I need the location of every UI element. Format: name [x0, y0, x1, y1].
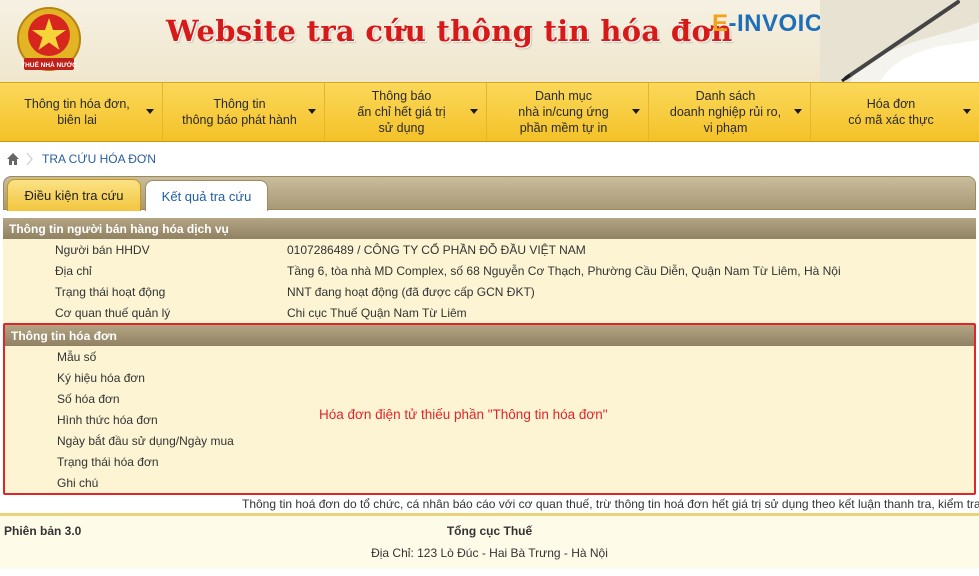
table-row: Trạng thái hoạt động NNT đang hoạt động … — [3, 281, 976, 302]
caret-down-icon — [794, 109, 802, 114]
caret-down-icon — [146, 109, 154, 114]
table-row: Trạng thái hóa đơn — [5, 451, 974, 472]
row-value: Chi cục Thuế Quận Nam Từ Liêm — [287, 305, 467, 320]
caret-down-icon — [963, 109, 971, 114]
page-footer: Phiên bản 3.0 Tổng cục Thuế Địa Chỉ: 123… — [0, 513, 979, 569]
tabs-bar: Điều kiện tra cứu Kết quả tra cứu — [3, 176, 976, 211]
row-label: Ngày bắt đầu sử dụng/Ngày mua — [57, 433, 234, 448]
invoice-section-header: Thông tin hóa đơn — [5, 325, 974, 346]
row-label: Mẫu số — [57, 349, 97, 364]
disclaimer-notice: Thông tin hoá đơn do tổ chức, cá nhân bá… — [242, 497, 979, 511]
organization-name: Tổng cục Thuế — [446, 524, 533, 538]
row-value: Tầng 6, tòa nhà MD Complex, số 68 Nguyễn… — [287, 263, 841, 278]
row-label: Hình thức hóa đơn — [57, 412, 158, 427]
row-label: Địa chỉ — [55, 263, 92, 278]
seller-rows: Người bán HHDV 0107286489 / CÔNG TY CỔ P… — [3, 239, 976, 323]
table-row: Địa chỉ Tầng 6, tòa nhà MD Complex, số 6… — [3, 260, 976, 281]
tax-emblem-logo: THUẾ NHÀ NƯỚC — [17, 7, 81, 71]
row-label: Người bán HHDV — [55, 242, 150, 257]
row-label: Trạng thái hóa đơn — [57, 454, 159, 469]
header-banner: THUẾ NHÀ NƯỚC Website tra cứu thông tin … — [0, 0, 979, 82]
breadcrumb: TRA CỨU HÓA ĐƠN — [0, 142, 979, 176]
site-title: Website tra cứu thông tin hóa đơn — [166, 14, 733, 48]
menu-authenticated-invoice[interactable]: Hóa đơn có mã xác thực — [811, 83, 979, 141]
row-label: Ký hiệu hóa đơn — [57, 370, 145, 385]
caret-down-icon — [470, 109, 478, 114]
invoice-info-highlight: Thông tin hóa đơn Mẫu số Ký hiệu hóa đơn… — [3, 323, 976, 495]
table-row: Cơ quan thuế quản lý Chi cục Thuế Quận N… — [3, 302, 976, 323]
caret-down-icon — [308, 109, 316, 114]
tab-search-conditions[interactable]: Điều kiện tra cứu — [7, 179, 141, 211]
main-menu: Thông tin hóa đơn, biên lai Thông tin th… — [0, 82, 979, 142]
row-value: 0107286489 / CÔNG TY CỔ PHẦN ĐỖ ĐẦU VIỆT… — [287, 242, 586, 257]
menu-risk-enterprises[interactable]: Danh sách doanh nghiệp rủi ro, vi phạm — [649, 83, 811, 141]
caret-down-icon — [632, 109, 640, 114]
menu-printer-list[interactable]: Danh mục nhà in/cung ứng phần mềm tự in — [487, 83, 649, 141]
missing-info-annotation: Hóa đơn điện tử thiếu phần "Thông tin hó… — [319, 407, 608, 422]
table-row: Ký hiệu hóa đơn — [5, 367, 974, 388]
seller-section-header: Thông tin người bán hàng hóa dịch vụ — [3, 218, 976, 239]
row-label: Số hóa đơn — [57, 391, 120, 406]
tab-search-results[interactable]: Kết quả tra cứu — [145, 180, 268, 211]
menu-expired-notice[interactable]: Thông báo ấn chỉ hết giá trị sử dụng — [325, 83, 487, 141]
chevron-right-icon — [26, 152, 33, 166]
home-icon[interactable] — [6, 152, 20, 166]
table-row: Ngày bắt đầu sử dụng/Ngày mua — [5, 430, 974, 451]
table-row: Mẫu số — [5, 346, 974, 367]
tab-content-gap — [3, 210, 976, 218]
breadcrumb-current[interactable]: TRA CỨU HÓA ĐƠN — [42, 152, 156, 166]
table-row: Ghi chú — [5, 472, 974, 493]
table-row: Số hóa đơn — [5, 388, 974, 409]
organization-address: Địa Chỉ: 123 Lò Đúc - Hai Bà Trưng - Hà … — [371, 546, 608, 560]
menu-issuance-notice[interactable]: Thông tin thông báo phát hành — [163, 83, 325, 141]
row-label: Cơ quan thuế quản lý — [55, 305, 171, 320]
hand-with-pen-icon — [820, 0, 979, 82]
table-row: Người bán HHDV 0107286489 / CÔNG TY CỔ P… — [3, 239, 976, 260]
menu-invoice-info[interactable]: Thông tin hóa đơn, biên lai — [0, 83, 163, 141]
row-label: Ghi chú — [57, 475, 99, 490]
row-label: Trạng thái hoạt động — [55, 284, 166, 299]
row-value: NNT đang hoạt động (đã được cấp GCN ĐKT) — [287, 284, 535, 299]
